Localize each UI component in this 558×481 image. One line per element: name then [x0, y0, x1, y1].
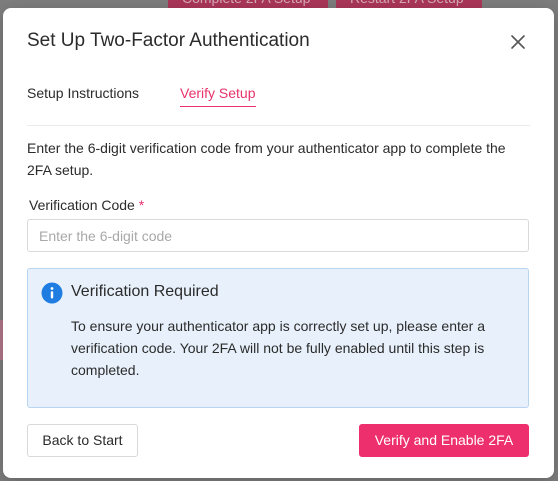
tab-verify-setup[interactable]: Verify Setup — [180, 85, 256, 107]
verification-code-label-text: Verification Code — [29, 197, 135, 213]
verification-code-input[interactable] — [27, 219, 529, 252]
required-marker: * — [138, 197, 145, 213]
close-icon[interactable] — [507, 31, 529, 53]
tab-divider — [27, 125, 530, 126]
verify-description: Enter the 6-digit verification code from… — [27, 140, 506, 178]
back-to-start-button[interactable]: Back to Start — [27, 424, 138, 457]
two-factor-setup-dialog: Set Up Two-Factor Authentication Setup I… — [3, 8, 554, 478]
alert-body: To ensure your authenticator app is corr… — [71, 318, 486, 378]
info-icon — [41, 282, 63, 304]
verification-code-label: Verification Code * — [29, 197, 144, 213]
tab-bar: Setup Instructions Verify Setup — [27, 85, 530, 111]
verify-and-enable-button[interactable]: Verify and Enable 2FA — [359, 424, 529, 457]
tab-setup-instructions[interactable]: Setup Instructions — [27, 85, 139, 106]
verification-required-alert: Verification Required To ensure your aut… — [27, 268, 529, 408]
alert-title: Verification Required — [71, 283, 219, 300]
dialog-title: Set Up Two-Factor Authentication — [27, 30, 310, 51]
